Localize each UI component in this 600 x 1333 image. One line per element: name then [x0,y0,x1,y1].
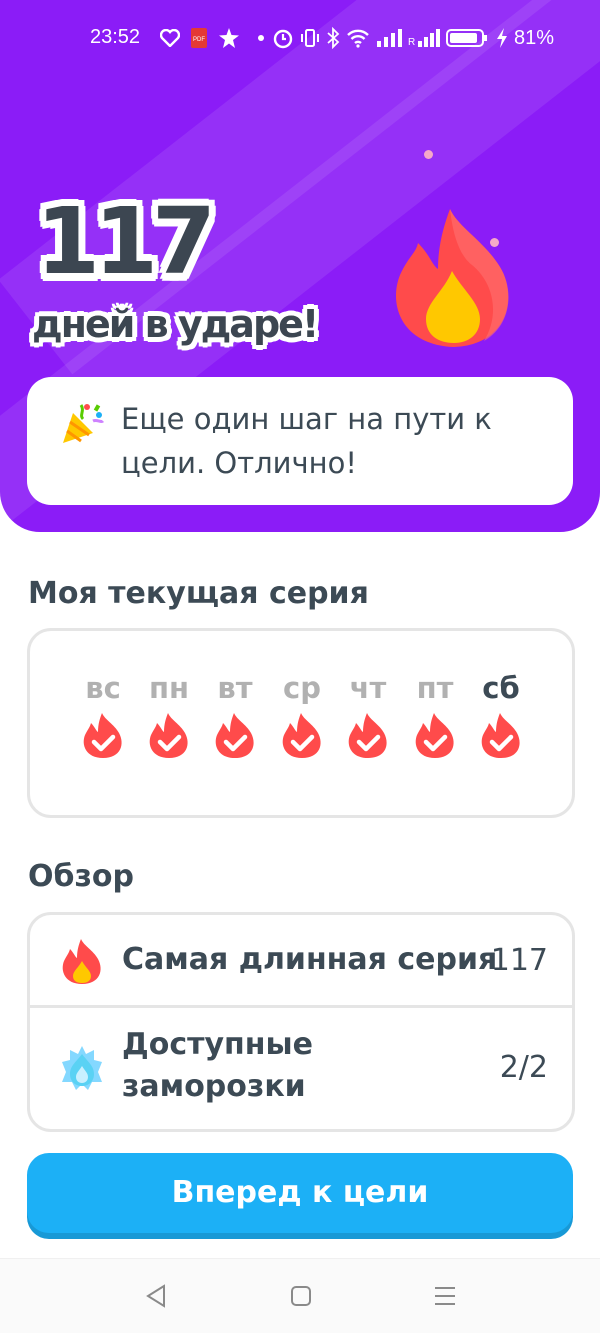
streak-count: 117 [36,188,216,295]
freeze-icon [62,1046,102,1090]
longest-streak-row: Самая длинная серия 117 [30,915,572,1008]
alarm-icon [273,29,293,49]
home-icon[interactable] [286,1281,316,1311]
day-4: чт [335,671,401,759]
signal-icon [376,29,402,47]
day-3: ср [269,671,335,759]
day-label: ср [283,671,321,705]
battery-percent: 81% [513,26,554,49]
week-calendar-card: вс пн вт ср чт пт сб [27,628,575,818]
back-icon[interactable] [142,1281,172,1311]
day-2: вт [202,671,268,759]
flame-check-icon [481,713,520,758]
status-time: 23:52 [90,26,141,48]
flame-check-icon [215,713,254,758]
bluetooth-icon [327,27,340,49]
longest-streak-value: 117 [490,943,548,978]
flame-check-icon [149,713,188,758]
flame-check-icon [282,713,321,758]
pdf-icon: PDF [191,28,207,48]
status-left-icons: PDF [160,24,272,52]
current-streak-title: Моя текущая серия [28,576,369,611]
day-label: вс [85,671,121,705]
svg-text:PDF: PDF [193,37,205,43]
continue-button[interactable]: Вперед к цели [27,1153,573,1233]
day-label: вт [217,671,253,705]
status-right-icons: R 81% [272,24,554,52]
longest-streak-label: Самая длинная серия [122,942,498,977]
heart-icon [160,29,180,47]
menu-icon[interactable] [430,1281,460,1311]
day-6: сб [468,671,534,759]
dot-icon [258,35,264,41]
streak-caption: дней в ударе! [32,302,319,346]
day-1: пн [136,671,202,759]
vibrate-icon [300,29,319,47]
day-5: пт [402,671,468,759]
sparkle-dot [424,150,433,159]
charging-icon [496,28,507,48]
message-text: Еще один шаг на пути к цели. Отлично! [121,402,492,480]
flame-check-icon [415,713,454,758]
wifi-icon [347,29,369,48]
battery-icon [445,29,487,47]
flame-check-icon [348,713,387,758]
day-label: сб [482,671,520,705]
party-popper-icon [63,404,105,443]
flame-check-icon [83,713,122,758]
overview-title: Обзор [28,859,134,894]
day-label: пт [416,671,454,705]
overview-card: Самая длинная серия 117 Доступные заморо… [27,912,575,1132]
freezes-row: Доступные заморозки 2/2 [30,1008,572,1129]
freezes-value: 2/2 [499,1050,548,1085]
svg-text:R: R [408,37,415,47]
star-icon [219,28,239,48]
status-bar: 23:52 PDF R 81% [0,18,600,58]
freezes-label: Доступные заморозки [122,1027,313,1104]
day-0: вс [70,671,136,759]
streak-hero: 23:52 PDF R 81% 117 дней в ударе! Еще од… [0,0,600,532]
signal-icon: R [408,29,440,47]
message-card: Еще один шаг на пути к цели. Отлично! [27,377,573,505]
day-label: пн [148,671,190,705]
system-nav-bar [0,1258,600,1333]
flame-icon [62,939,101,984]
day-label: чт [349,671,387,705]
streak-flame-icon [395,209,509,347]
